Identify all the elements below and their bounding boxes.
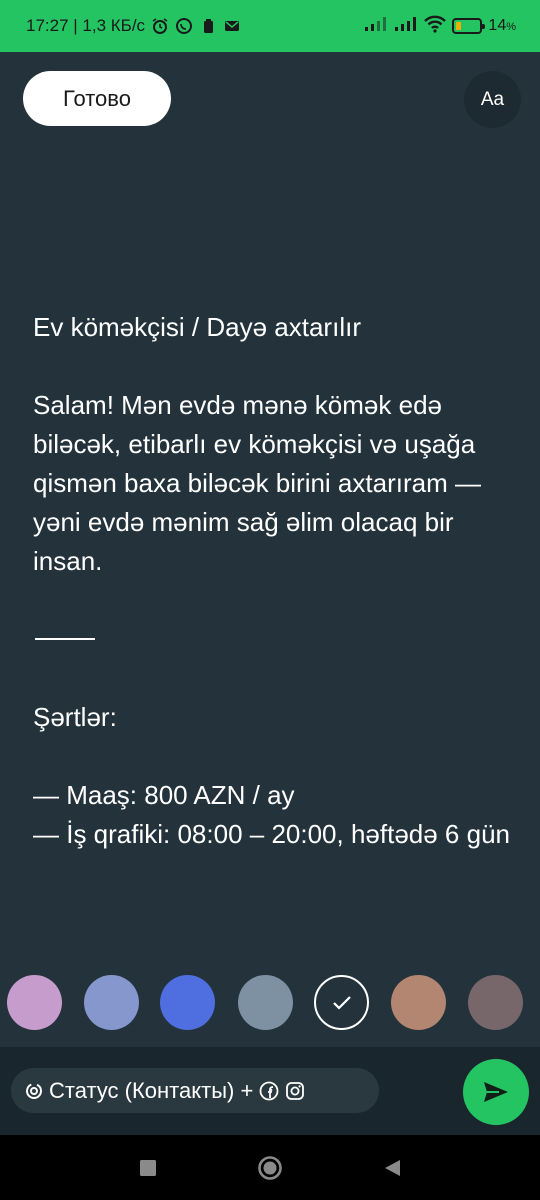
battery-percent: 14% <box>488 17 516 34</box>
font-style-button[interactable]: Aa <box>464 71 521 128</box>
privacy-icon <box>26 1082 42 1099</box>
status-bar-right: 14% <box>364 15 516 38</box>
color-swatch-pink[interactable] <box>7 975 62 1030</box>
whatsapp-icon <box>175 17 193 35</box>
recents-button[interactable] <box>130 1135 166 1200</box>
signal-icon-2 <box>394 16 418 37</box>
status-privacy-button[interactable]: Статус (Контакты) + <box>11 1068 379 1113</box>
circle-icon <box>258 1155 282 1180</box>
done-button[interactable]: Готово <box>23 71 171 126</box>
conditions-heading: Şərtlər: <box>33 702 117 732</box>
send-button[interactable] <box>463 1059 529 1125</box>
status-bar: 17:27 | 1,3 КБ/с 14% <box>0 0 540 52</box>
post-intro: Salam! Mən evdə mənə kömək edə biləcək, … <box>33 390 481 576</box>
color-swatch-tan[interactable] <box>391 975 446 1030</box>
checkmark-icon <box>332 995 351 1010</box>
color-swatch-selected[interactable] <box>314 975 369 1030</box>
system-nav-bar <box>0 1135 540 1200</box>
wifi-icon <box>424 15 447 38</box>
status-bar-left: 17:27 | 1,3 КБ/с <box>26 16 241 36</box>
triangle-back-icon <box>385 1159 400 1176</box>
signal-icon <box>364 16 388 37</box>
status-text-editor[interactable]: Ev köməkçisi / Dayə axtarılır Salam! Mən… <box>33 308 513 854</box>
mail-icon <box>223 17 241 35</box>
divider <box>35 638 95 640</box>
send-icon <box>484 1082 508 1102</box>
color-swatch-blue[interactable] <box>160 975 215 1030</box>
battery-level <box>456 22 462 30</box>
alarm-icon <box>151 17 169 35</box>
compose-bottom-bar: Статус (Контакты) + <box>0 1047 540 1135</box>
condition-schedule: — İş qrafiki: 08:00 – 20:00, həftədə 6 g… <box>33 819 510 849</box>
battery-icon <box>452 18 486 34</box>
color-swatch-mauve[interactable] <box>468 975 523 1030</box>
color-swatch-slate[interactable] <box>238 975 293 1030</box>
condition-salary: — Maaş: 800 AZN / ay <box>33 780 295 810</box>
square-icon <box>140 1159 156 1176</box>
status-time-speed: 17:27 | 1,3 КБ/с <box>26 16 146 35</box>
battery-saver-icon <box>199 17 217 35</box>
background-color-palette <box>0 975 540 1031</box>
back-button[interactable] <box>374 1135 410 1200</box>
instagram-icon <box>286 1081 305 1100</box>
home-button[interactable] <box>252 1135 288 1200</box>
facebook-icon <box>259 1081 279 1100</box>
color-swatch-periwinkle[interactable] <box>84 975 139 1030</box>
privacy-label: Статус (Контакты) + <box>49 1077 254 1103</box>
post-title: Ev köməkçisi / Dayə axtarılır <box>33 312 361 342</box>
